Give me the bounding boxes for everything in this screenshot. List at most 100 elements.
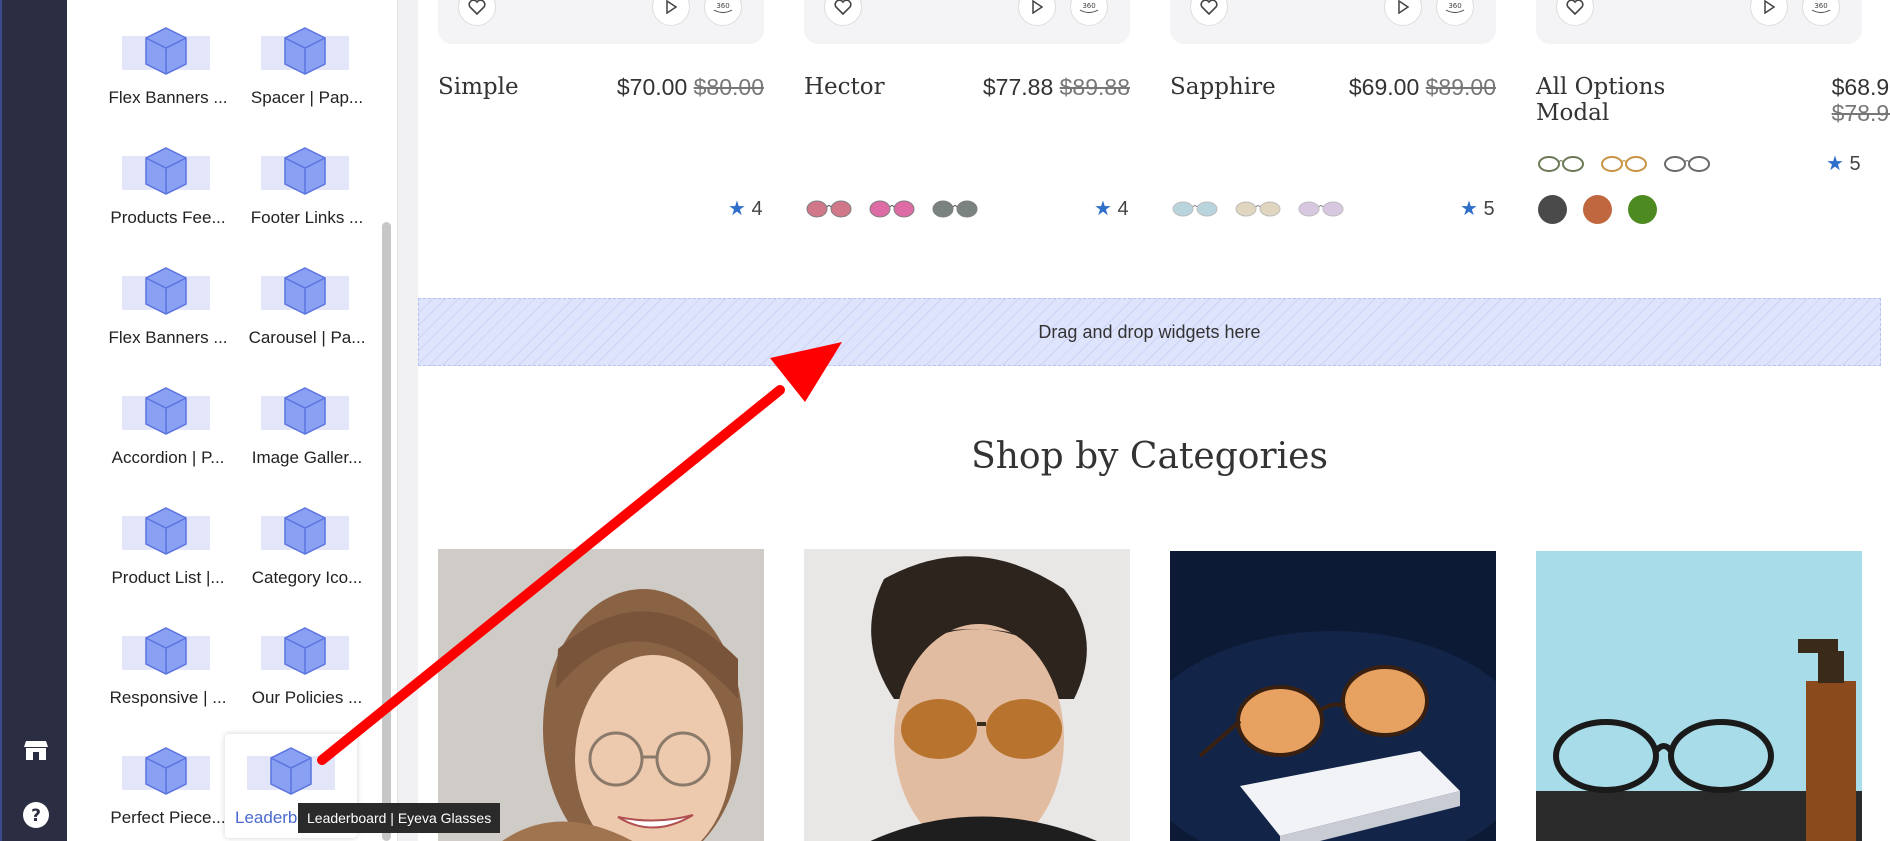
- section-title: Shop by Categories: [971, 436, 1328, 477]
- product-price: $69.00 $89.00: [1340, 74, 1496, 100]
- category-image-sunglasses-case[interactable]: [1170, 551, 1496, 841]
- glasses-variant-icon[interactable]: [1601, 153, 1647, 175]
- editor-app: ? Flex Banners ... Spacer | Pap... Produ…: [0, 0, 1890, 841]
- widget-label: Accordion | P...: [111, 448, 225, 467]
- widget-tile[interactable]: Flex Banners ...: [98, 258, 228, 368]
- cube-icon: [261, 384, 349, 444]
- glasses-variant-icon[interactable]: [869, 198, 915, 220]
- page-canvas: 360 360 360 360 Simple $70.00 $80.00 Hec…: [418, 0, 1890, 841]
- rating: ★ 4: [1094, 196, 1129, 221]
- svg-text:360: 360: [1448, 2, 1461, 10]
- glasses-variant-icon[interactable]: [806, 198, 852, 220]
- widget-label: Image Galler...: [251, 448, 363, 467]
- widget-label: Footer Links ...: [250, 208, 364, 227]
- cube-icon: [122, 744, 210, 804]
- rating: ★ 5: [1460, 196, 1495, 221]
- widget-panel: Flex Banners ... Spacer | Pap... Product…: [67, 0, 397, 841]
- store-icon[interactable]: [19, 734, 53, 768]
- glasses-variant-icon[interactable]: [1298, 198, 1344, 220]
- category-image-eyeglasses-bottle[interactable]: [1536, 551, 1862, 841]
- rating: ★ 5: [1826, 151, 1861, 176]
- glasses-variant-icon[interactable]: [932, 198, 978, 220]
- help-icon[interactable]: ?: [19, 798, 53, 832]
- widget-label: Flex Banners ...: [108, 328, 228, 347]
- widget-label: Flex Banners ...: [108, 88, 228, 107]
- cube-icon: [261, 144, 349, 204]
- product-name-line1: All Options: [1536, 74, 1666, 100]
- color-swatch[interactable]: [1628, 195, 1657, 224]
- rating-value: 5: [1483, 198, 1495, 220]
- variant-thumbnails: [1172, 198, 1344, 220]
- cube-icon: [122, 144, 210, 204]
- widget-tile[interactable]: Our Policies ...: [237, 618, 365, 728]
- product-name-line2: Modal: [1536, 100, 1610, 126]
- product-name[interactable]: Hector: [804, 74, 885, 100]
- product-name[interactable]: All Options Modal: [1536, 74, 1665, 126]
- svg-text:360: 360: [716, 2, 729, 10]
- widget-label: Responsive | ...: [109, 688, 227, 707]
- left-rail: ?: [0, 0, 67, 841]
- product-price: $77.88 $89.88: [974, 74, 1130, 100]
- cube-icon: [261, 24, 349, 84]
- panel-divider: [397, 0, 418, 841]
- category-image-man-sunglasses[interactable]: [804, 549, 1130, 841]
- old-price: $89.88: [1059, 74, 1130, 100]
- current-price: $70.00: [616, 74, 688, 100]
- current-price: $77.88: [982, 74, 1054, 100]
- widget-tile[interactable]: Category Ico...: [237, 498, 365, 608]
- widget-tooltip: Leaderboard | Eyeva Glasses: [298, 803, 501, 833]
- widget-tile[interactable]: Responsive | ...: [98, 618, 226, 728]
- color-swatch[interactable]: [1583, 195, 1612, 224]
- widget-label: Perfect Piece...: [110, 808, 226, 827]
- svg-text:360: 360: [1082, 2, 1095, 10]
- current-price: $68.99: [1831, 74, 1890, 100]
- product-price: $68.99$78.99: [1758, 74, 1890, 126]
- product-price: $70.00 $80.00: [608, 74, 764, 100]
- rating: ★ 4: [728, 196, 763, 221]
- cube-icon: [122, 504, 210, 564]
- glasses-variant-icon[interactable]: [1664, 153, 1710, 175]
- widget-label: Our Policies ...: [251, 688, 363, 707]
- widget-tile[interactable]: Image Galler...: [237, 378, 365, 488]
- cube-icon: [122, 624, 210, 684]
- svg-text:360: 360: [1814, 2, 1827, 10]
- widget-label: Carousel | Pa...: [248, 328, 366, 347]
- old-price: $78.99: [1831, 100, 1890, 126]
- svg-text:?: ?: [31, 806, 41, 826]
- category-image-woman-glasses[interactable]: [438, 549, 764, 841]
- old-price: $89.00: [1425, 74, 1496, 100]
- rating-value: 4: [1117, 198, 1129, 220]
- cube-icon: [261, 504, 349, 564]
- current-price: $69.00: [1348, 74, 1420, 100]
- cube-icon: [122, 24, 210, 84]
- cube-icon: [261, 624, 349, 684]
- star-icon: ★: [1460, 198, 1478, 220]
- widget-drop-zone[interactable]: Drag and drop widgets here: [418, 298, 1881, 366]
- rating-value: 4: [751, 198, 763, 220]
- panel-scrollbar[interactable]: [382, 222, 391, 841]
- glasses-variant-icon[interactable]: [1235, 198, 1281, 220]
- widget-label: Spacer | Pap...: [250, 88, 364, 107]
- product-name[interactable]: Sapphire: [1170, 74, 1276, 100]
- widget-label: Category Ico...: [251, 568, 363, 587]
- cube-icon: [261, 264, 349, 324]
- product-name[interactable]: Simple: [438, 74, 519, 100]
- star-icon: ★: [1826, 153, 1844, 175]
- variant-thumbnails: [1538, 153, 1710, 175]
- cube-icon: [122, 264, 210, 324]
- widget-tile[interactable]: Footer Links ...: [237, 138, 365, 248]
- widget-label: Product List |...: [111, 568, 225, 587]
- color-swatch[interactable]: [1538, 195, 1567, 224]
- star-icon: ★: [728, 198, 746, 220]
- widget-tile[interactable]: Accordion | P...: [98, 378, 226, 488]
- widget-tile[interactable]: Perfect Piece...: [98, 738, 226, 841]
- widget-tile[interactable]: Flex Banners ...: [98, 18, 228, 128]
- widget-tile[interactable]: Spacer | Pap...: [237, 18, 365, 128]
- widget-tile[interactable]: Product List |...: [98, 498, 226, 608]
- widget-tile[interactable]: Products Fee...: [98, 138, 226, 248]
- glasses-variant-icon[interactable]: [1538, 153, 1584, 175]
- cube-icon: [122, 384, 210, 444]
- variant-thumbnails: [806, 198, 978, 220]
- glasses-variant-icon[interactable]: [1172, 198, 1218, 220]
- widget-tile[interactable]: Carousel | Pa...: [237, 258, 365, 368]
